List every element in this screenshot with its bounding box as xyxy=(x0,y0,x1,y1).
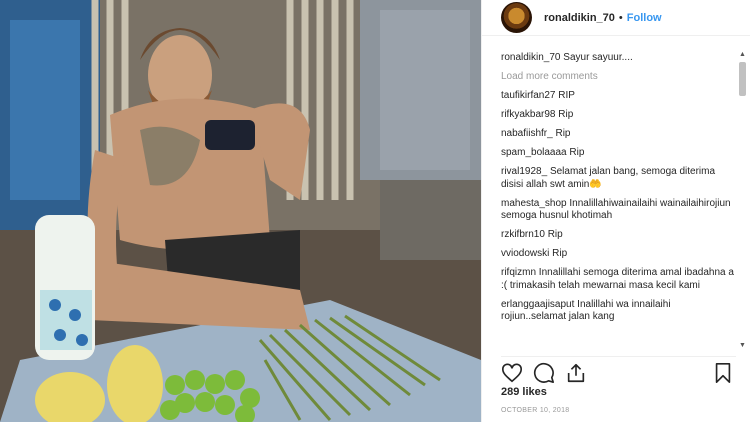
comment-item: nabafiishfr_ Rip xyxy=(501,128,736,141)
separator-dot: • xyxy=(618,11,623,24)
bookmark-icon[interactable] xyxy=(712,362,734,384)
comment-item: taufikirfan27 RIP xyxy=(501,90,736,103)
post-sidebar: ronaldikin_70 • Follow ronaldikin_70 Say… xyxy=(481,0,750,422)
caption-text: Sayur sayuur.... xyxy=(563,52,633,63)
comment-text: Rip xyxy=(569,147,585,158)
comment-item: rzkifbrn10 Rip xyxy=(501,229,736,242)
comment-item: rifkyakbar98 Rip xyxy=(501,109,736,122)
action-bar xyxy=(501,356,736,384)
comments-list[interactable]: ronaldikin_70 Sayur sayuur.... Load more… xyxy=(501,52,736,352)
caption-username[interactable]: ronaldikin_70 xyxy=(501,52,561,63)
comment-username[interactable]: rzkifbrn10 xyxy=(501,229,545,240)
comment-username[interactable]: rifqizmn xyxy=(501,267,536,278)
comments-scrollbar[interactable]: ▲ ▼ xyxy=(738,50,747,350)
header-username[interactable]: ronaldikin_70 xyxy=(544,12,615,24)
comment-username[interactable]: mahesta_shop xyxy=(501,198,567,209)
scroll-up-arrow-icon[interactable]: ▲ xyxy=(738,50,747,59)
comment-username[interactable]: spam_bolaaaa xyxy=(501,147,567,158)
comment-username[interactable]: rival1928_ xyxy=(501,166,547,177)
follow-button[interactable]: Follow xyxy=(627,12,662,24)
comment-text: Innalillahi semoga diterima amal ibadahn… xyxy=(501,267,734,291)
comment-username[interactable]: rifkyakbar98 xyxy=(501,109,555,120)
comment-item: rival1928_ Selamat jalan bang, semoga di… xyxy=(501,166,736,191)
comment-username[interactable]: vviodowski xyxy=(501,248,549,259)
comment-username[interactable]: taufikirfan27 xyxy=(501,90,555,101)
comment-text: Rip xyxy=(552,248,568,259)
comment-username[interactable]: nabafiishfr_ xyxy=(501,128,553,139)
comment-text: Rip xyxy=(547,229,563,240)
comment-text: Rip xyxy=(558,109,574,120)
comment-icon[interactable] xyxy=(533,362,555,384)
post-header: ronaldikin_70 • Follow xyxy=(482,0,750,36)
post-photo xyxy=(0,0,481,422)
comment-text: RIP xyxy=(558,90,575,101)
post-image xyxy=(0,0,481,422)
caption: ronaldikin_70 Sayur sayuur.... xyxy=(501,52,736,65)
likes-count[interactable]: 289 likes xyxy=(501,386,547,398)
heart-icon[interactable] xyxy=(501,362,523,384)
comment-item: mahesta_shop Innalillahiwainailaihi wain… xyxy=(501,198,736,223)
avatar[interactable] xyxy=(501,2,532,33)
comment-text: Rip xyxy=(555,128,571,139)
comment-item: vviodowski Rip xyxy=(501,248,736,261)
comment-item: spam_bolaaaa Rip xyxy=(501,147,736,160)
load-more-comments-button[interactable]: Load more comments xyxy=(501,71,736,84)
comment-username[interactable]: erlanggaajisaput xyxy=(501,299,574,310)
scrollbar-thumb[interactable] xyxy=(739,62,746,96)
comment-item: rifqizmn Innalillahi semoga diterima ama… xyxy=(501,267,736,292)
post-date: OCTOBER 10, 2018 xyxy=(501,407,570,414)
scroll-down-arrow-icon[interactable]: ▼ xyxy=(738,341,747,350)
share-icon[interactable] xyxy=(565,362,587,384)
comment-item: erlanggaajisaput Inalillahi wa innailaih… xyxy=(501,299,736,324)
